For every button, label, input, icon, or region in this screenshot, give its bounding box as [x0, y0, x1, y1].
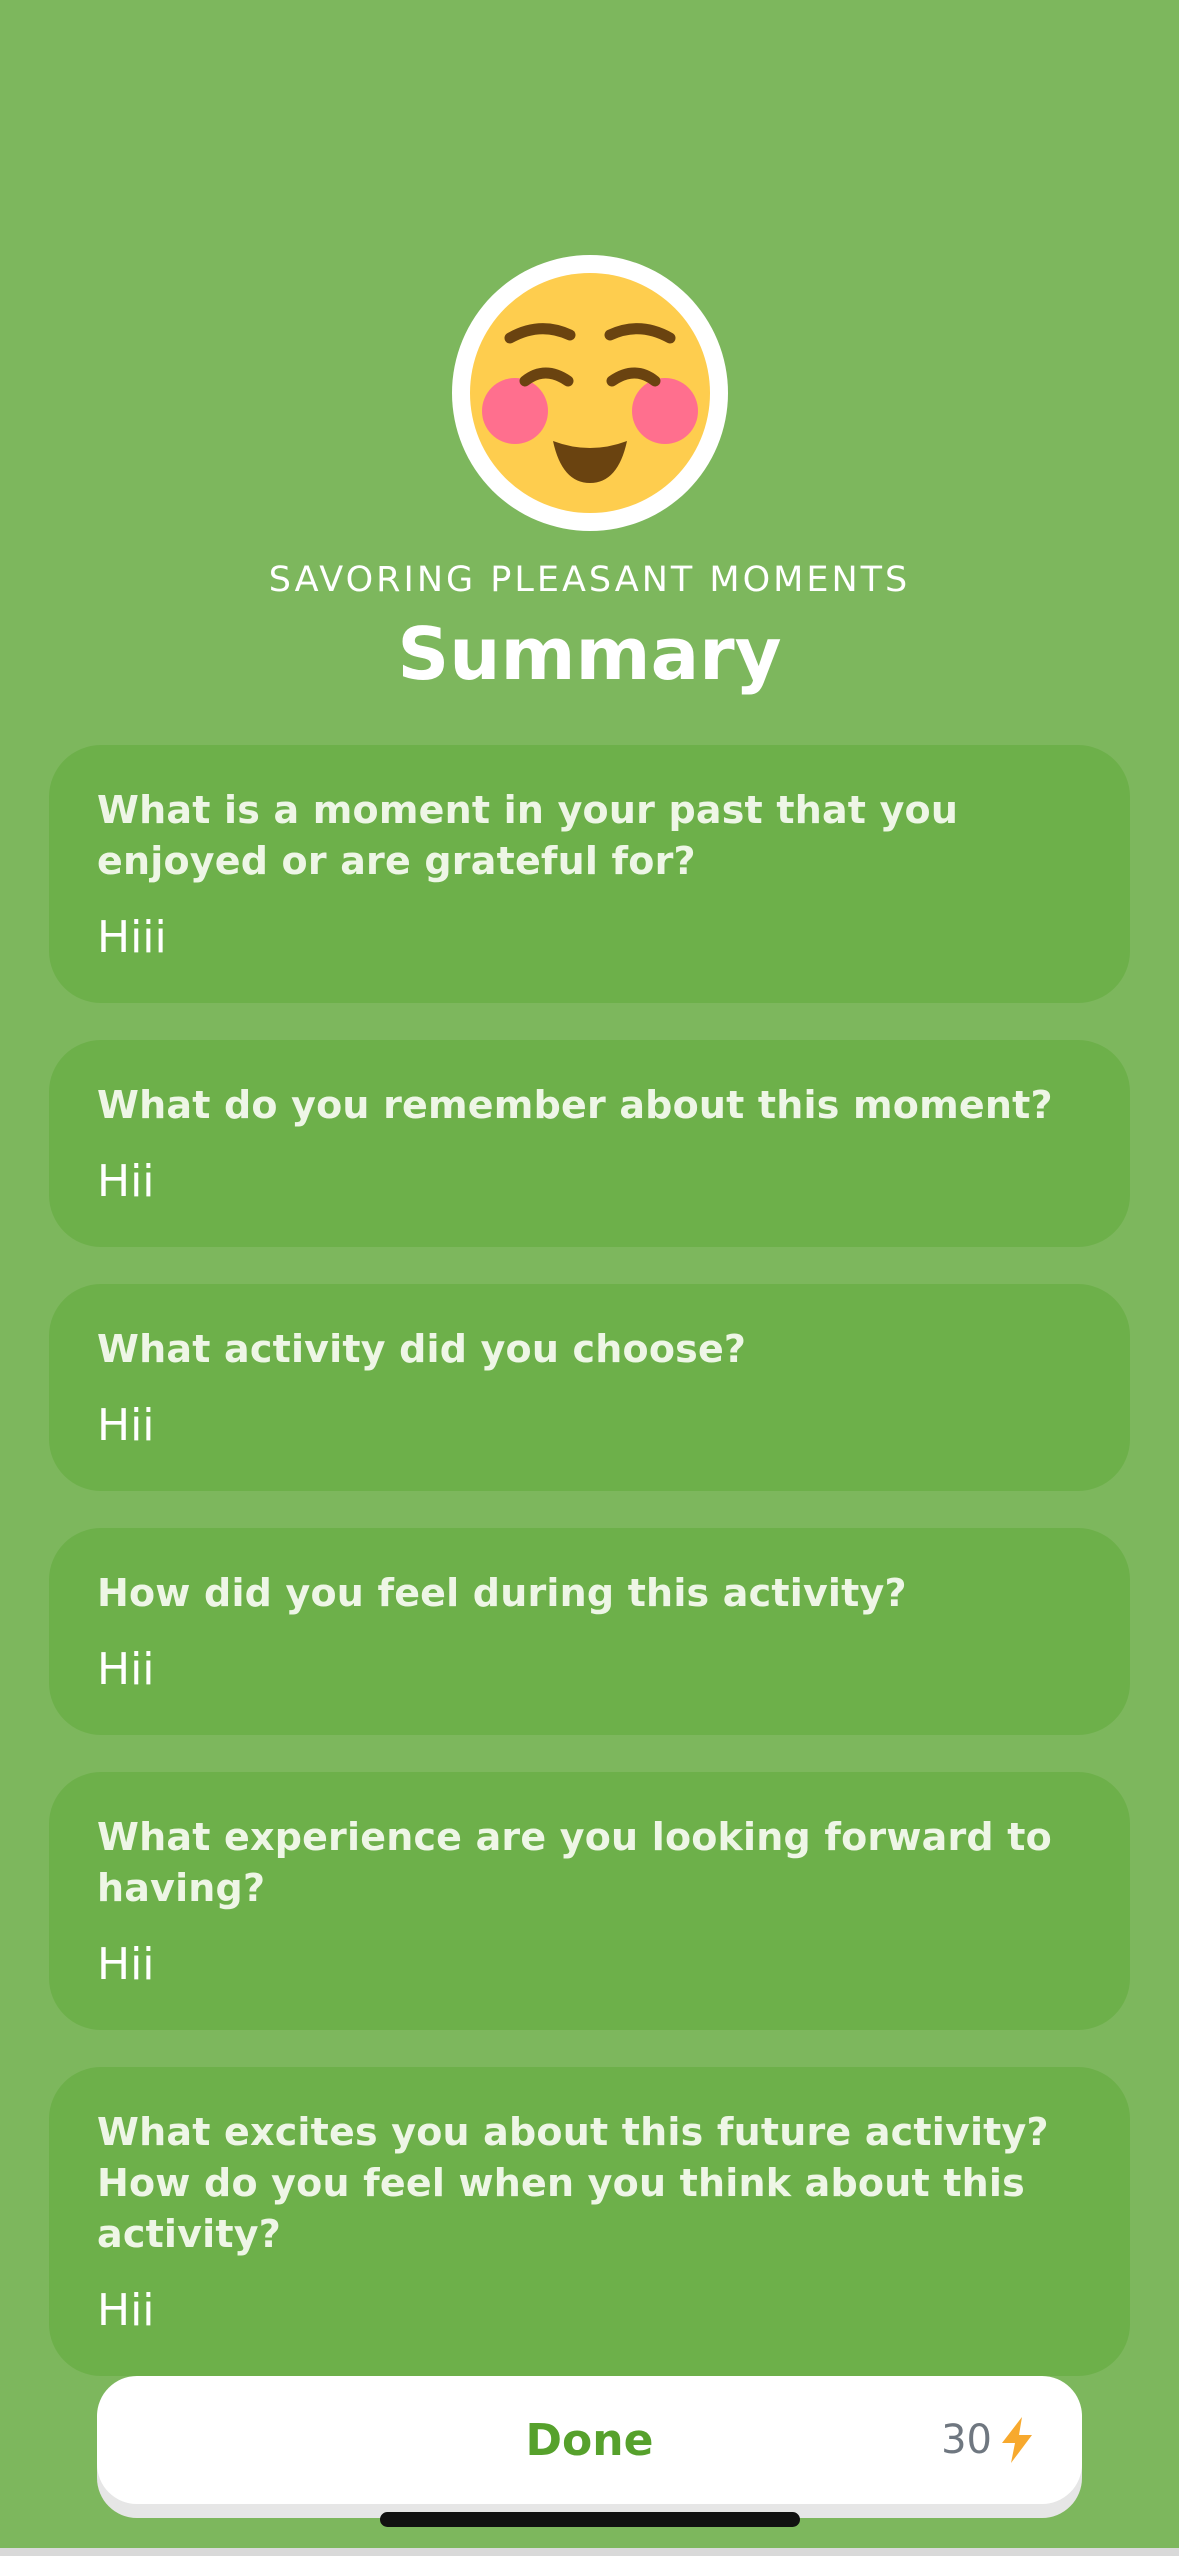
points-reward: 30 [941, 2376, 1034, 2504]
lightning-bolt-icon [1000, 2417, 1034, 2463]
card-answer: Hii [97, 1939, 155, 1990]
card-answer: Hii [97, 1400, 155, 1451]
card-question: What experience are you looking forward … [97, 1815, 1052, 1910]
answer-card: What experience are you looking forward … [49, 1772, 1130, 2030]
card-answer: Hii [97, 2285, 155, 2336]
page-title: Summary [397, 612, 782, 696]
answer-card: What do you remember about this moment? … [49, 1040, 1130, 1247]
done-button[interactable]: Done 30 [97, 2376, 1082, 2504]
card-answer: Hiii [97, 912, 167, 963]
points-value: 30 [941, 2417, 992, 2463]
card-question: What is a moment in your past that you e… [97, 788, 959, 883]
card-question: What excites you about this future activ… [97, 2110, 1049, 2256]
answer-card: What is a moment in your past that you e… [49, 745, 1130, 1003]
home-indicator[interactable] [380, 2512, 800, 2527]
smiling-face-icon [470, 273, 710, 513]
card-answer: Hii [97, 1644, 155, 1695]
emoji-badge [452, 255, 728, 531]
done-button-label: Done [525, 2414, 654, 2466]
answer-card: What activity did you choose? Hii [49, 1284, 1130, 1491]
card-question: What activity did you choose? [97, 1327, 747, 1371]
answer-list: What is a moment in your past that you e… [49, 745, 1130, 2413]
answer-card: How did you feel during this activity? H… [49, 1528, 1130, 1735]
card-answer: Hii [97, 1156, 155, 1207]
bottom-edge [0, 2548, 1179, 2556]
card-question: What do you remember about this moment? [97, 1083, 1053, 1127]
program-eyebrow: SAVORING PLEASANT MOMENTS [268, 560, 911, 600]
summary-screen: SAVORING PLEASANT MOMENTS Summary What i… [0, 0, 1179, 2556]
answer-card: What excites you about this future activ… [49, 2067, 1130, 2376]
card-question: How did you feel during this activity? [97, 1571, 907, 1615]
